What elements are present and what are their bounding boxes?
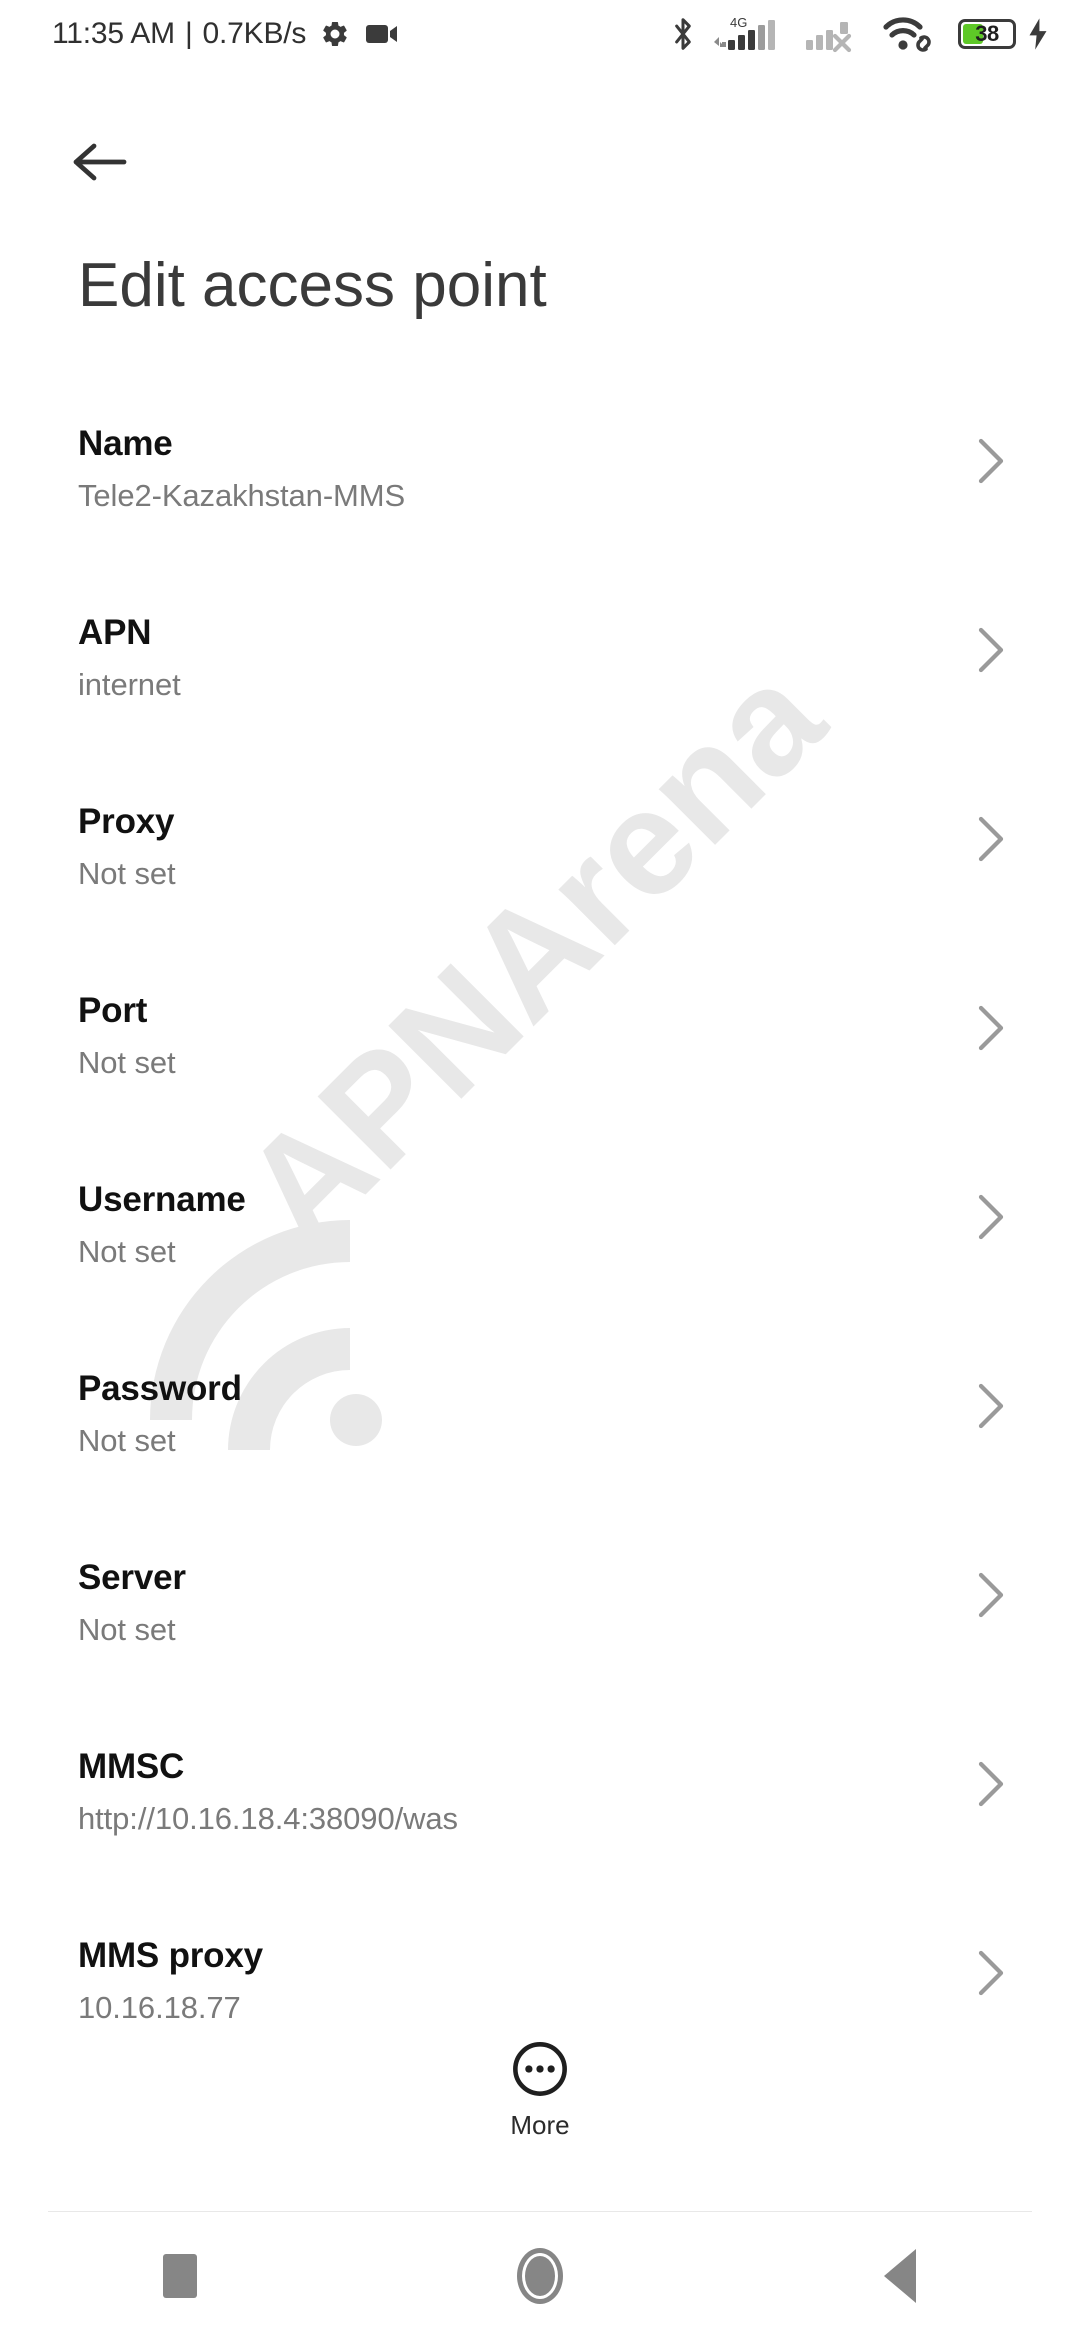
wifi-icon [882, 13, 940, 55]
settings-row-title: Username [78, 1180, 246, 1219]
signal-no-service-icon [804, 14, 862, 54]
video-camera-icon [366, 22, 400, 46]
nav-back-button[interactable] [720, 2211, 1080, 2340]
chevron-right-icon [978, 1572, 1004, 1618]
chevron-right-icon [978, 1005, 1004, 1051]
battery-icon: 38 [958, 19, 1016, 49]
settings-row-title: Proxy [78, 802, 175, 841]
back-button[interactable] [58, 120, 142, 204]
settings-row[interactable]: Server Not set [0, 1540, 1080, 1729]
page-title: Edit access point [78, 251, 547, 320]
charging-bolt-icon [1024, 17, 1052, 51]
settings-row-value: Not set [78, 1234, 176, 1269]
settings-row[interactable]: Port Not set [0, 973, 1080, 1162]
status-bar: 11:35 AM | 0.7KB/s 4G 38 [0, 0, 1080, 68]
settings-row-title: MMSC [78, 1747, 185, 1786]
settings-row-title: Server [78, 1558, 186, 1597]
svg-text:4G: 4G [730, 15, 747, 30]
bluetooth-icon [670, 15, 696, 53]
status-bar-left: 11:35 AM | 0.7KB/s [52, 17, 400, 51]
settings-row[interactable]: Username Not set [0, 1162, 1080, 1351]
nav-home-button[interactable] [360, 2211, 720, 2340]
more-button[interactable]: More [0, 2040, 1080, 2141]
chevron-right-icon [978, 627, 1004, 673]
settings-row-value: Not set [78, 856, 176, 891]
settings-row-title: Port [78, 991, 148, 1030]
settings-list: Name Tele2-Kazakhstan-MMS APN internet Proxy… [0, 406, 1080, 2107]
settings-row[interactable]: APN internet [0, 595, 1080, 784]
settings-row-value: 10.16.18.77 [78, 1990, 241, 2025]
chevron-right-icon [978, 1761, 1004, 1807]
battery-percent-label: 38 [975, 21, 999, 46]
settings-row[interactable]: MMSC http://10.16.18.4:38090/was [0, 1729, 1080, 1918]
settings-row-value: http://10.16.18.4:38090/was [78, 1801, 458, 1836]
link-icon [916, 35, 931, 52]
settings-row[interactable]: Name Tele2-Kazakhstan-MMS [0, 406, 1080, 595]
settings-row-value: Not set [78, 1612, 176, 1647]
settings-row-value: Not set [78, 1045, 176, 1080]
settings-row-value: Not set [78, 1423, 176, 1458]
settings-row-title: Name [78, 424, 173, 463]
status-bar-right: 4G 38 [670, 13, 1052, 55]
status-bar-network-speed: 0.7KB/s [202, 17, 307, 50]
more-horizontal-circle-icon [513, 2042, 567, 2096]
navigation-bar [0, 2211, 1080, 2340]
settings-row-title: APN [78, 613, 152, 652]
more-button-label: More [510, 2110, 570, 2140]
settings-row-title: MMS proxy [78, 1936, 263, 1975]
chevron-right-icon [978, 1383, 1004, 1429]
status-bar-time: 11:35 AM [52, 17, 175, 50]
gear-icon [320, 19, 350, 49]
triangle-left-icon [884, 2248, 916, 2303]
chevron-right-icon [978, 438, 1004, 484]
chevron-right-icon [978, 1194, 1004, 1240]
circle-icon [517, 2247, 563, 2304]
chevron-right-icon [978, 816, 1004, 862]
settings-row[interactable]: Proxy Not set [0, 784, 1080, 973]
settings-row[interactable]: Password Not set [0, 1351, 1080, 1540]
settings-row-value: internet [78, 667, 181, 702]
nav-recents-button[interactable] [0, 2211, 360, 2340]
square-icon [163, 2253, 197, 2298]
status-bar-separator: | [184, 17, 193, 50]
chevron-right-icon [978, 1950, 1004, 1996]
arrow-left-icon [73, 143, 127, 181]
settings-row-value: Tele2-Kazakhstan-MMS [78, 478, 406, 513]
settings-row-title: Password [78, 1369, 242, 1408]
signal-4g-icon: 4G [712, 14, 786, 54]
